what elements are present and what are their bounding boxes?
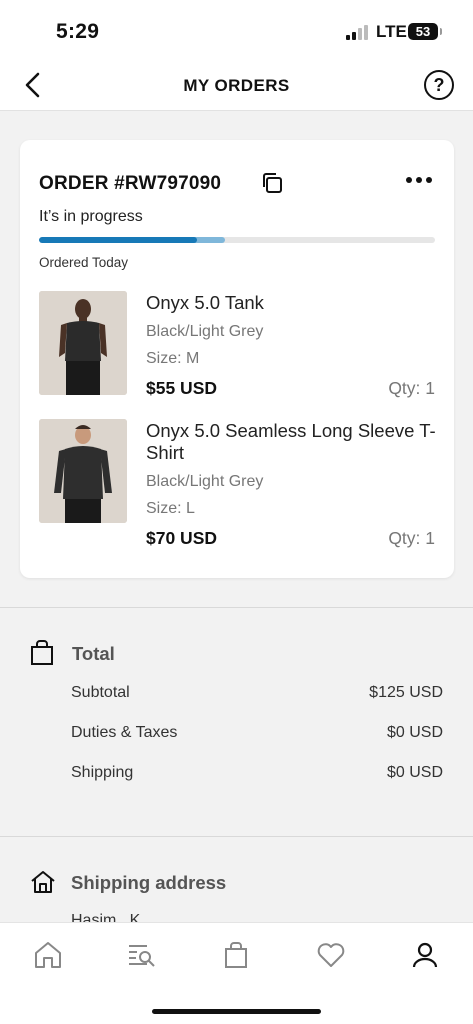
duties-value: $0 USD <box>386 724 443 741</box>
product-name: Onyx 5.0 Tank <box>146 292 264 313</box>
account-icon <box>412 942 438 968</box>
product-size: Size: M <box>146 350 200 367</box>
total-title: Total <box>72 643 115 664</box>
divider <box>0 836 473 837</box>
product-size: Size: L <box>146 500 195 517</box>
tab-wishlist[interactable] <box>315 939 347 971</box>
help-button[interactable]: ? <box>424 70 454 100</box>
shipping-value: $0 USD <box>386 764 443 781</box>
product-variant: Black/Light Grey <box>146 323 264 340</box>
battery-icon: 53 <box>408 23 442 40</box>
shipping-address-title: Shipping address <box>71 872 227 893</box>
order-item[interactable]: Onyx 5.0 Tank Black/Light Grey Size: M $… <box>39 291 435 401</box>
product-price: $70 USD <box>146 528 218 548</box>
order-status: It’s in progress <box>39 208 143 225</box>
heart-icon <box>317 943 345 967</box>
duties-label: Duties & Taxes <box>71 724 178 741</box>
product-qty: Qty: 1 <box>388 378 435 398</box>
tab-bar <box>0 922 473 1024</box>
search-list-icon <box>129 945 155 967</box>
status-time: 5:29 <box>56 20 100 43</box>
tab-search[interactable] <box>126 939 158 971</box>
status-bar: 5:29 LTE 53 <box>0 0 473 60</box>
order-number: ORDER #RW797090 <box>39 173 222 194</box>
product-price: $55 USD <box>146 378 218 398</box>
signal-icon <box>346 24 370 40</box>
tab-home[interactable] <box>32 939 64 971</box>
bag-icon <box>30 640 54 666</box>
subtotal-label: Subtotal <box>71 684 130 701</box>
home-indicator <box>152 1009 321 1014</box>
order-item[interactable]: Onyx 5.0 Seamless Long Sleeve T-Shirt Bl… <box>39 419 436 559</box>
progress-bar <box>39 237 435 243</box>
tab-account[interactable] <box>409 939 441 971</box>
product-variant: Black/Light Grey <box>146 473 264 490</box>
progress-fill <box>39 237 198 243</box>
bag-icon <box>225 942 247 968</box>
tab-bag[interactable] <box>220 939 252 971</box>
more-horizontal-icon <box>406 177 432 183</box>
divider <box>0 607 473 608</box>
product-image <box>39 419 127 523</box>
house-icon <box>30 870 56 894</box>
more-options-button[interactable] <box>404 170 434 190</box>
network-label: LTE <box>376 22 407 41</box>
page-title: MY ORDERS <box>183 76 290 95</box>
subtotal-value: $125 USD <box>369 684 443 701</box>
product-qty: Qty: 1 <box>388 528 435 548</box>
product-image <box>39 291 127 395</box>
order-card: ORDER #RW797090 It’s in progress Ordered… <box>20 140 454 578</box>
shipping-label: Shipping <box>71 764 134 781</box>
copy-icon <box>263 173 282 193</box>
nav-bar: MY ORDERS ? <box>0 60 473 111</box>
home-icon <box>35 942 61 968</box>
ordered-date: Ordered Today <box>39 255 129 270</box>
product-name: Onyx 5.0 Seamless Long Sleeve T-Shirt <box>146 420 436 463</box>
copy-button[interactable] <box>260 171 284 195</box>
